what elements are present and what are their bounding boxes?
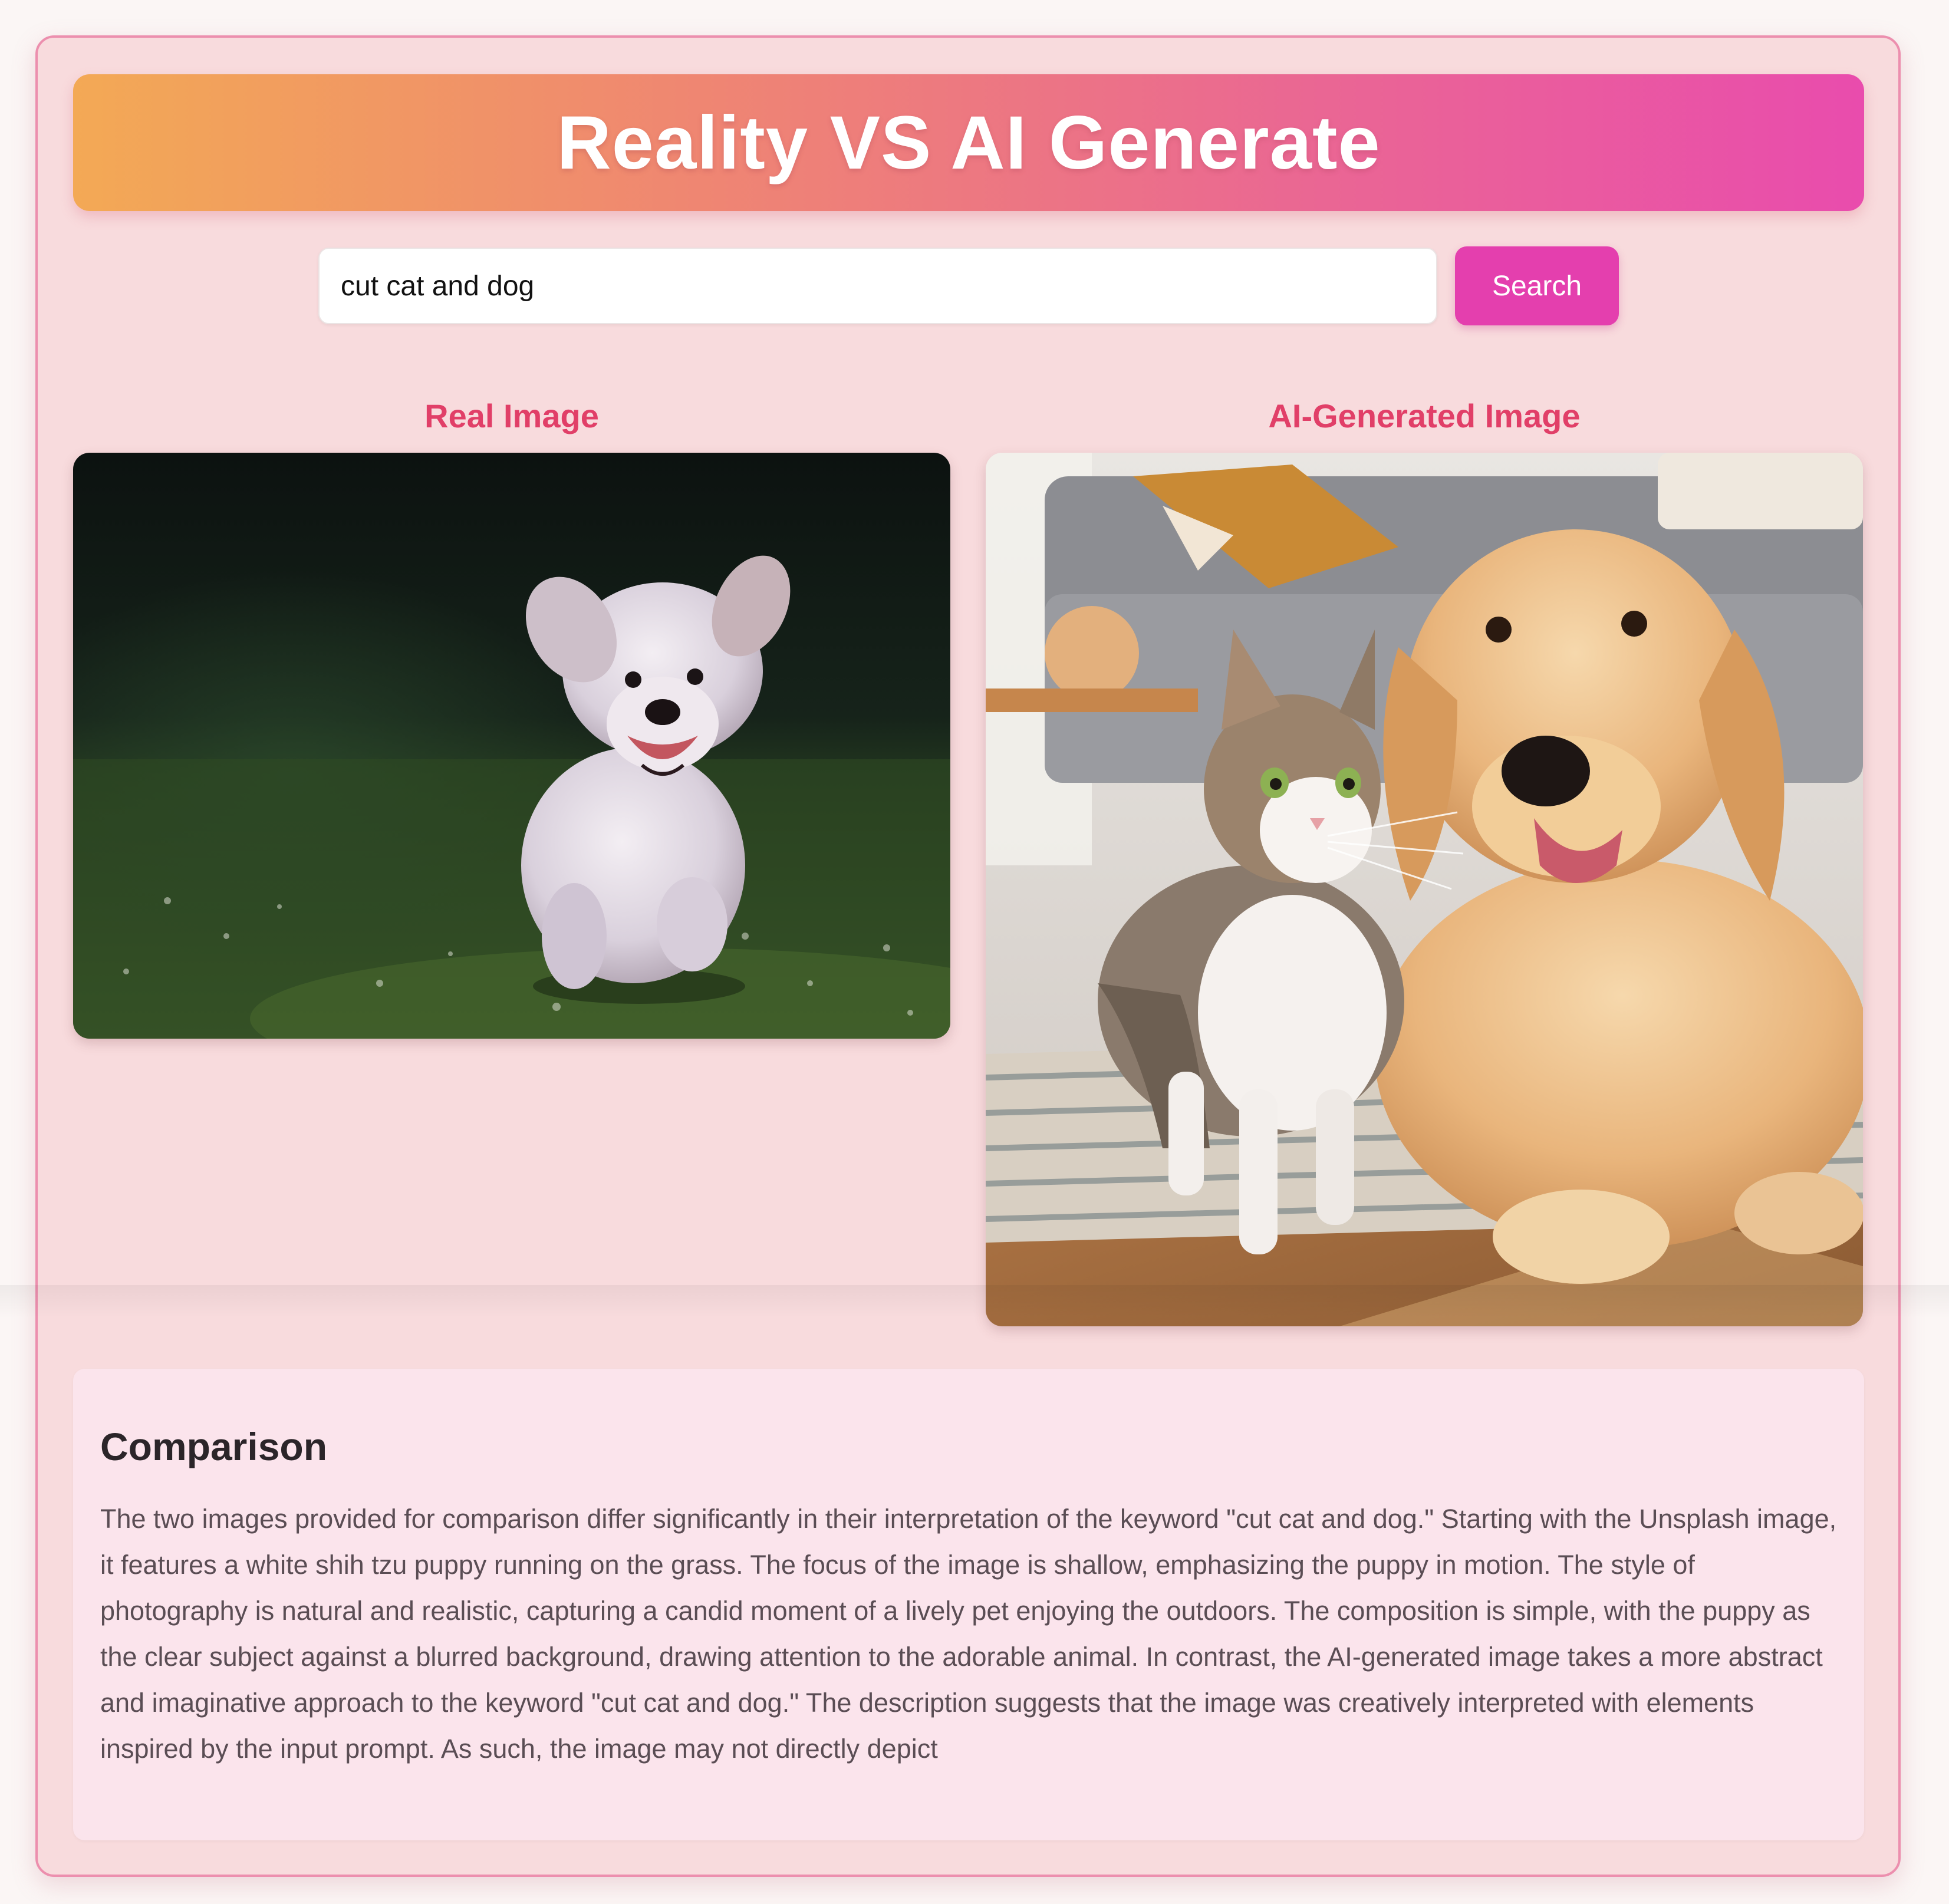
real-image-heading: Real Image <box>424 397 599 434</box>
ai-image-heading: AI-Generated Image <box>1268 397 1581 434</box>
ai-generated-image <box>986 453 1863 1326</box>
search-button[interactable]: Search <box>1455 246 1619 325</box>
comparison-heading: Comparison <box>100 1425 328 1468</box>
header-banner: Reality VS AI Generate <box>73 74 1864 211</box>
page-title: Reality VS AI Generate <box>557 100 1381 185</box>
cat-and-dog-illustration <box>986 453 1863 1326</box>
comparison-panel: Comparison The two images provided for c… <box>73 1369 1864 1840</box>
viewport-fold-shadow <box>0 1285 1949 1318</box>
search-input[interactable] <box>318 248 1437 324</box>
real-image <box>73 453 950 1039</box>
comparison-text: The two images provided for comparison d… <box>100 1504 1837 1764</box>
running-puppy-photo <box>73 453 950 1039</box>
